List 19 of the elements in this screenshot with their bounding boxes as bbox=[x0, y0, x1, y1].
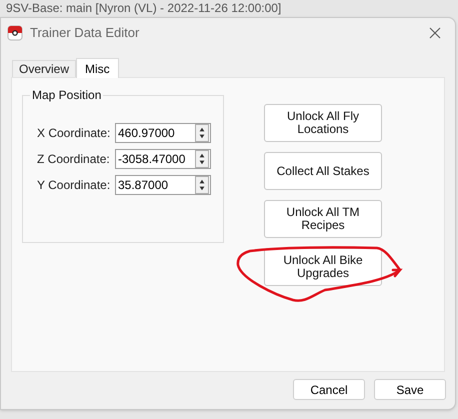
window-title: 9SV-Base: main [Nyron (VL) - 2022-11-26 12:00:00] bbox=[5, 0, 282, 17]
spin-buttons[interactable] bbox=[195, 150, 209, 168]
field-label: X Coordinate: bbox=[37, 125, 112, 141]
spin-buttons[interactable] bbox=[195, 124, 209, 142]
dialog-button[interactable]: Cancel bbox=[293, 379, 365, 400]
action-button[interactable]: Unlock All Fly Locations bbox=[264, 104, 382, 142]
field-label: Z Coordinate: bbox=[37, 151, 111, 167]
action-button[interactable]: Unlock All Bike Upgrades bbox=[264, 248, 382, 286]
pokeball-icon bbox=[7, 25, 23, 41]
tab[interactable]: Overview bbox=[12, 60, 76, 77]
tab[interactable]: Misc bbox=[76, 58, 119, 78]
group-title: Map Position bbox=[30, 87, 104, 103]
dialog-button[interactable]: Save bbox=[374, 379, 446, 400]
dialog-title: Trainer Data Editor bbox=[30, 24, 140, 42]
action-button[interactable]: Unlock All TM Recipes bbox=[264, 200, 382, 238]
spin-buttons[interactable] bbox=[195, 176, 209, 194]
action-button[interactable]: Collect All Stakes bbox=[264, 152, 382, 190]
close-icon[interactable] bbox=[429, 27, 441, 39]
field-label: Y Coordinate: bbox=[37, 177, 112, 193]
